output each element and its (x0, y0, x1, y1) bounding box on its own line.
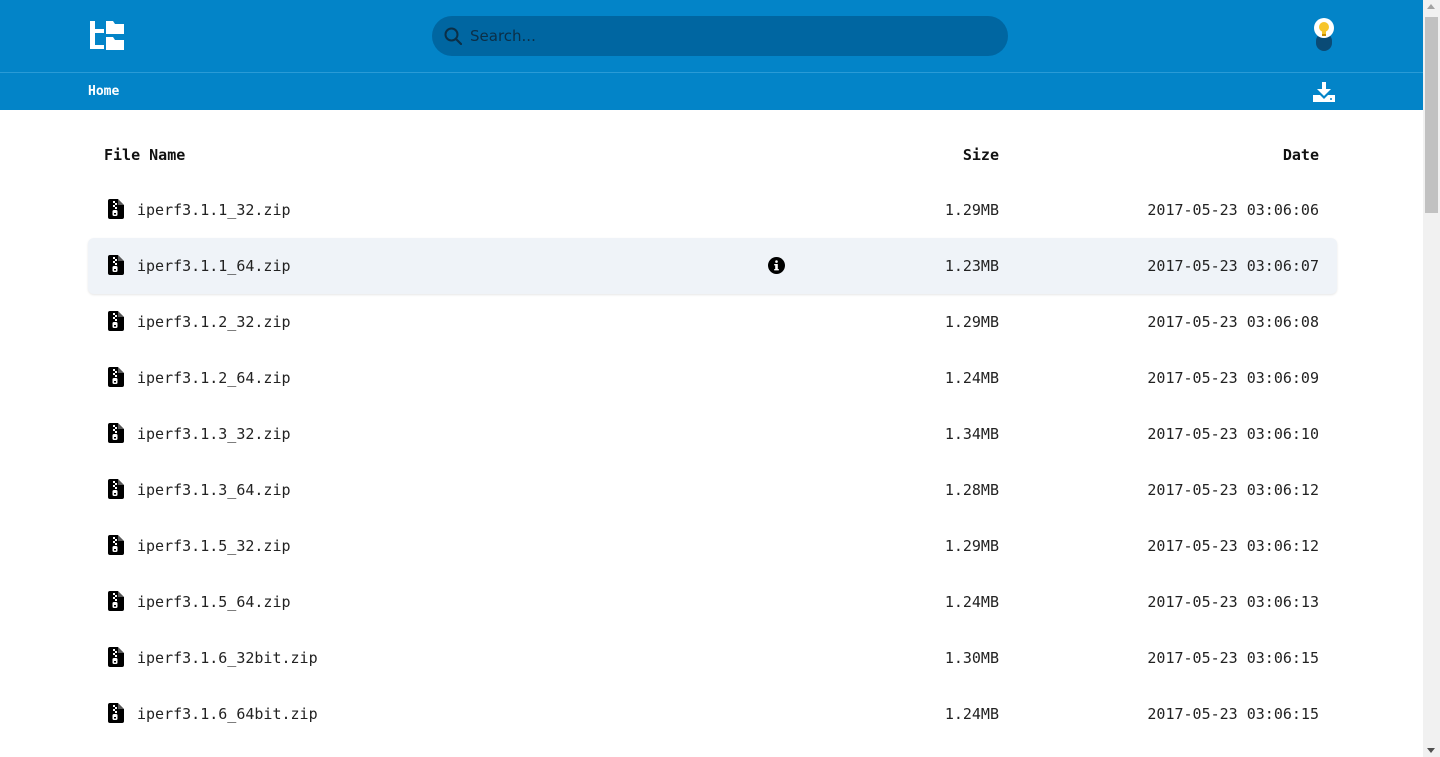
zip-file-icon (108, 199, 124, 219)
search-input[interactable] (470, 16, 990, 56)
file-name[interactable]: iperf3.1.6_64bit.zip (137, 705, 318, 723)
zip-file-icon (108, 423, 124, 443)
file-size: 1.29MB (944, 313, 999, 331)
zip-file-icon (108, 311, 124, 331)
file-date: 2017-05-23 03:06:12 (1147, 537, 1319, 555)
file-name[interactable]: iperf3.1.1_64.zip (137, 257, 291, 275)
file-list: iperf3.1.1_32.zip 1.29MB 2017-05-23 03:06:… (88, 182, 1337, 742)
column-header-size[interactable]: Size (963, 146, 999, 164)
file-date: 2017-05-23 03:06:10 (1147, 425, 1319, 443)
table-row[interactable]: iperf3.1.5_64.zip 1.24MB 2017-05-23 03:06:… (88, 574, 1337, 630)
table-row[interactable]: iperf3.1.1_32.zip 1.29MB 2017-05-23 03:06:… (88, 182, 1337, 238)
app-header: Home (0, 0, 1423, 110)
table-row[interactable]: iperf3.1.3_32.zip 1.34MB 2017-05-23 03:06:… (88, 406, 1337, 462)
zip-file-icon (108, 367, 124, 387)
table-row[interactable]: iperf3.1.2_64.zip 1.24MB 2017-05-23 03:06:… (88, 350, 1337, 406)
file-name[interactable]: iperf3.1.5_32.zip (137, 537, 291, 555)
table-row[interactable]: iperf3.1.6_64bit.zip 1.24MB 2017-05-23 03:… (88, 686, 1337, 742)
table-row[interactable]: iperf3.1.6_32bit.zip 1.30MB 2017-05-23 03:… (88, 630, 1337, 686)
zip-file-icon (108, 479, 124, 499)
file-size: 1.23MB (944, 257, 999, 275)
table-row[interactable]: iperf3.1.1_64.zip 1.23MB 2017-05-23 03:06… (88, 238, 1337, 294)
file-date: 2017-05-23 03:06:13 (1147, 593, 1319, 611)
file-date: 2017-05-23 03:06:07 (1147, 257, 1319, 275)
file-date: 2017-05-23 03:06:12 (1147, 481, 1319, 499)
file-name[interactable]: iperf3.1.5_64.zip (137, 593, 291, 611)
file-name[interactable]: iperf3.1.3_32.zip (137, 425, 291, 443)
scroll-down-arrow-icon[interactable] (1427, 748, 1435, 753)
column-header-name[interactable]: File Name (104, 146, 185, 164)
scrollbar-thumb[interactable] (1425, 17, 1438, 213)
file-name[interactable]: iperf3.1.1_32.zip (137, 201, 291, 219)
file-date: 2017-05-23 03:06:08 (1147, 313, 1319, 331)
scroll-up-arrow-icon[interactable] (1427, 4, 1435, 9)
table-header: File Name Size Date (88, 126, 1337, 182)
zip-file-icon (108, 591, 124, 611)
folder-tree-icon[interactable] (90, 19, 126, 51)
file-name[interactable]: iperf3.1.2_32.zip (137, 313, 291, 331)
vertical-scrollbar[interactable] (1423, 0, 1440, 757)
file-date: 2017-05-23 03:06:15 (1147, 705, 1319, 723)
search-box[interactable] (432, 16, 1008, 56)
zip-file-icon (108, 255, 124, 275)
table-row[interactable]: iperf3.1.3_64.zip 1.28MB 2017-05-23 03:06:… (88, 462, 1337, 518)
file-size: 1.28MB (944, 481, 999, 499)
file-size: 1.24MB (944, 705, 999, 723)
zip-file-icon (108, 535, 124, 555)
breadcrumb-home[interactable]: Home (88, 84, 119, 99)
file-date: 2017-05-23 03:06:06 (1147, 201, 1319, 219)
file-size: 1.29MB (944, 537, 999, 555)
lightbulb-icon[interactable] (1312, 17, 1336, 53)
zip-file-icon (108, 703, 124, 723)
file-table: File Name Size Date iperf3.1.1_32.zip 1.2… (88, 126, 1337, 742)
download-icon[interactable] (1313, 82, 1335, 102)
file-date: 2017-05-23 03:06:09 (1147, 369, 1319, 387)
search-icon (444, 27, 462, 45)
file-size: 1.29MB (944, 201, 999, 219)
file-size: 1.30MB (944, 649, 999, 667)
file-date: 2017-05-23 03:06:15 (1147, 649, 1319, 667)
file-size: 1.34MB (944, 425, 999, 443)
file-name[interactable]: iperf3.1.2_64.zip (137, 369, 291, 387)
column-header-date[interactable]: Date (1283, 146, 1319, 164)
file-size: 1.24MB (944, 369, 999, 387)
file-name[interactable]: iperf3.1.6_32bit.zip (137, 649, 318, 667)
breadcrumb: Home (0, 74, 1423, 110)
zip-file-icon (108, 647, 124, 667)
file-size: 1.24MB (944, 593, 999, 611)
table-row[interactable]: iperf3.1.2_32.zip 1.29MB 2017-05-23 03:06:… (88, 294, 1337, 350)
table-row[interactable]: iperf3.1.5_32.zip 1.29MB 2017-05-23 03:06:… (88, 518, 1337, 574)
top-bar (0, 0, 1423, 73)
info-icon[interactable] (768, 257, 785, 274)
file-name[interactable]: iperf3.1.3_64.zip (137, 481, 291, 499)
